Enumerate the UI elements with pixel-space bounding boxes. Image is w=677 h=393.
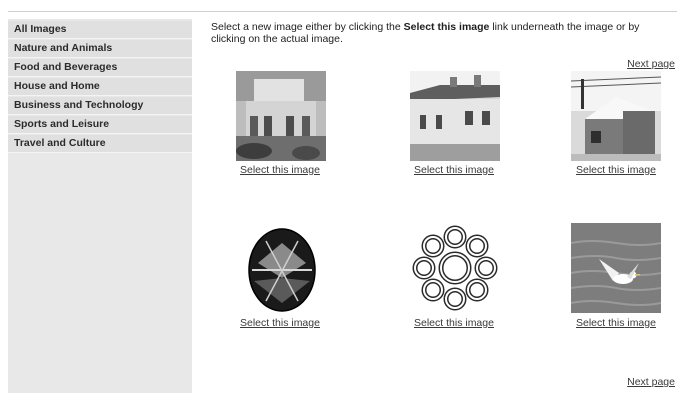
image-thumbnail-seagull[interactable] (571, 223, 661, 313)
instructions-text: Select a new image either by clicking th… (211, 21, 671, 45)
select-image-link-2[interactable]: Select this image (414, 164, 494, 176)
image-thumbnail-modern-building[interactable] (236, 71, 326, 161)
select-image-link-3[interactable]: Select this image (576, 164, 656, 176)
knot-ornament-image (410, 223, 500, 313)
select-image-link-5[interactable]: Select this image (414, 317, 494, 329)
sidebar-item-food-and-beverages[interactable]: Food and Beverages (8, 59, 192, 77)
painted-egg-image (236, 223, 326, 313)
instructions-pre: Select a new image either by clicking th… (211, 21, 404, 33)
top-divider (8, 11, 677, 12)
next-page-link-bottom[interactable]: Next page (627, 376, 675, 388)
next-page-link-top[interactable]: Next page (627, 58, 675, 70)
instructions-bold: Select this image (403, 21, 490, 33)
select-image-link-1[interactable]: Select this image (240, 164, 320, 176)
modern-building-photo (236, 71, 326, 161)
seagull-photo (571, 223, 661, 313)
category-sidebar: All Images Nature and Animals Food and B… (8, 19, 192, 393)
image-thumbnail-painted-egg[interactable] (236, 223, 326, 313)
row-houses-photo (410, 71, 500, 161)
sidebar-item-all-images[interactable]: All Images (8, 21, 192, 39)
snowy-barn-photo (571, 71, 661, 161)
image-thumbnail-knot-ornament[interactable] (410, 223, 500, 313)
sidebar-item-sports-and-leisure[interactable]: Sports and Leisure (8, 116, 192, 134)
sidebar-item-nature-and-animals[interactable]: Nature and Animals (8, 40, 192, 58)
sidebar-item-house-and-home[interactable]: House and Home (8, 78, 192, 96)
sidebar-item-travel-and-culture[interactable]: Travel and Culture (8, 135, 192, 153)
sidebar-item-business-and-technology[interactable]: Business and Technology (8, 97, 192, 115)
select-image-link-6[interactable]: Select this image (576, 317, 656, 329)
image-thumbnail-row-houses[interactable] (410, 71, 500, 161)
select-image-link-4[interactable]: Select this image (240, 317, 320, 329)
image-thumbnail-snowy-barn[interactable] (571, 71, 661, 161)
